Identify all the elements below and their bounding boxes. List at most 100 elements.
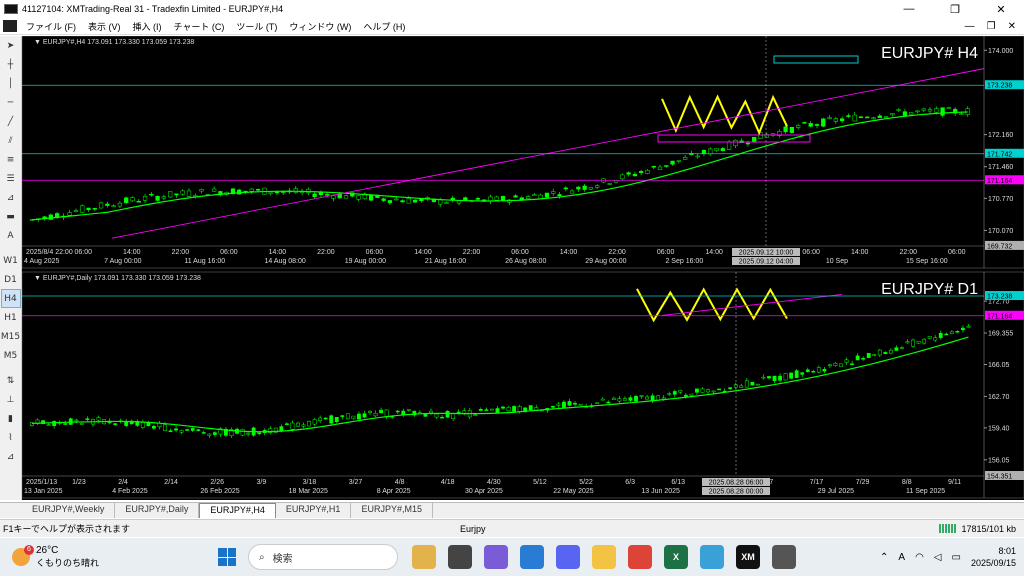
chart-panel-bg	[21, 35, 1024, 269]
chrome-browser-icon[interactable]	[628, 545, 652, 569]
candle	[900, 347, 904, 349]
mt4-app-icon	[4, 4, 18, 14]
mdi-restore-button[interactable]: ❐	[987, 21, 996, 32]
show-hidden-icons-chevron-icon[interactable]: ⌃	[880, 552, 888, 563]
ime-indicator[interactable]: A	[898, 552, 905, 563]
menu-chart[interactable]: チャート (C)	[168, 20, 231, 33]
menu-window[interactable]: ウィンドウ (W)	[283, 20, 357, 33]
menu-bar: ファイル (F) 表示 (V) 挿入 (I) チャート (C) ツール (T) …	[0, 18, 1024, 35]
trendline-icon[interactable]: ╱	[1, 112, 21, 131]
chart-area[interactable]: ▼ EURJPY#,H4 173.091 173.330 173.059 173…	[21, 35, 1024, 500]
taskbar-search[interactable]: ⌕ 検索	[248, 544, 398, 570]
time-label: 06:00	[75, 249, 93, 256]
widgets-app-icon[interactable]	[412, 545, 436, 569]
tab-h1[interactable]: EURJPY#,H1	[276, 503, 352, 518]
wifi-icon[interactable]: ◠	[915, 552, 924, 563]
task-view-icon[interactable]	[448, 545, 472, 569]
text-label-icon[interactable]: A	[1, 226, 21, 245]
candle	[866, 353, 871, 358]
candle	[632, 173, 638, 177]
edge-browser-icon[interactable]	[520, 545, 544, 569]
candle	[796, 125, 801, 128]
period-h4-button[interactable]: H4	[0, 289, 21, 308]
candle	[124, 197, 129, 204]
copilot-icon[interactable]	[484, 545, 508, 569]
tab-h4[interactable]: EURJPY#,H4	[199, 503, 276, 518]
tab-daily[interactable]: EURJPY#,Daily	[115, 503, 200, 518]
mdi-minimize-button[interactable]: —	[965, 21, 975, 32]
candle	[927, 336, 932, 339]
candle	[861, 358, 866, 360]
candle	[839, 118, 845, 122]
fibo-fan-icon[interactable]: ☰	[1, 169, 21, 188]
menu-view[interactable]: 表示 (V)	[82, 20, 127, 33]
horizontal-line-icon[interactable]: ─	[1, 93, 21, 112]
bar-chart-icon[interactable]: ⊥	[1, 390, 21, 409]
mt4-window: 41127104: XMTrading-Real 31 - Tradexfin …	[0, 0, 1024, 576]
chart-symbol-label: EURJPY# H4	[881, 45, 978, 62]
status-traffic: 17815/101 kb	[961, 523, 1016, 534]
menu-tools[interactable]: ツール (T)	[230, 20, 283, 33]
candle	[406, 409, 411, 411]
candle	[617, 398, 622, 402]
mdi-close-button[interactable]: ✕	[1008, 21, 1016, 32]
time-label: 14:00	[414, 249, 432, 256]
restore-button[interactable]: ❐	[932, 0, 978, 18]
vertical-line-icon[interactable]: │	[1, 74, 21, 93]
taskbar-clock[interactable]: 8:01 2025/09/15	[971, 545, 1016, 569]
period-h1-button[interactable]: H1	[1, 308, 21, 327]
candle	[717, 388, 722, 391]
candle	[384, 409, 389, 418]
period-d1-button[interactable]: D1	[1, 270, 21, 289]
period-m15-button[interactable]: M15	[1, 327, 21, 346]
candle	[394, 198, 399, 201]
price-charts[interactable]: ▼ EURJPY#,H4 173.091 173.330 173.059 173…	[21, 35, 1024, 500]
speaker-icon[interactable]: ◁	[934, 552, 942, 563]
close-button[interactable]: ✕	[978, 0, 1024, 18]
candle	[944, 333, 949, 336]
candle	[938, 333, 943, 338]
discord-icon[interactable]	[556, 545, 580, 569]
menu-file[interactable]: ファイル (F)	[20, 20, 82, 33]
candle	[174, 428, 178, 431]
snipping-tool-icon[interactable]	[772, 545, 796, 569]
candle	[578, 403, 583, 406]
time-label: 6/13	[671, 479, 685, 486]
xm-mt4-icon[interactable]: XM	[736, 545, 760, 569]
menu-insert[interactable]: 挿入 (I)	[127, 20, 168, 33]
excel-icon[interactable]: X	[664, 545, 688, 569]
candle	[494, 196, 499, 201]
weather-desc: くもりのち晴れ	[36, 558, 100, 568]
battery-icon[interactable]: ▭	[952, 552, 961, 563]
gann-icon[interactable]: ⊿	[1, 188, 21, 207]
time-label: 2 Sep 16:00	[665, 258, 703, 265]
minimize-button[interactable]: —	[886, 0, 932, 18]
paint-icon[interactable]	[700, 545, 724, 569]
file-explorer-icon[interactable]	[592, 545, 616, 569]
fibonacci-icon[interactable]: ≡	[1, 150, 21, 169]
rectangle-icon[interactable]: ▬	[1, 207, 21, 226]
tab-weekly[interactable]: EURJPY#,Weekly	[22, 503, 116, 518]
start-button-icon[interactable]	[218, 548, 236, 566]
cursor-tool-icon[interactable]: ➤	[1, 36, 21, 55]
candle	[877, 115, 882, 118]
channel-icon[interactable]: ⫽	[1, 131, 21, 150]
candle	[357, 413, 361, 420]
period-w1-button[interactable]: W1	[1, 251, 21, 270]
candle-chart-icon[interactable]: ▮	[1, 409, 21, 428]
crosshair-tool-icon[interactable]: ┼	[1, 55, 21, 74]
price-tick-label: 170.770	[988, 196, 1013, 203]
indicator-icon[interactable]: ⇅	[1, 371, 21, 390]
zoom-icon[interactable]: ⊿	[1, 447, 21, 466]
tab-m15[interactable]: EURJPY#,M15	[351, 503, 433, 518]
menu-help[interactable]: ヘルプ (H)	[357, 20, 411, 33]
weather-widget[interactable]: 6 26°C くもりのち晴れ	[0, 545, 200, 569]
candle	[922, 338, 927, 344]
candle	[92, 208, 97, 210]
candle	[588, 187, 594, 190]
candle	[934, 108, 939, 113]
line-chart-icon[interactable]: ⌇	[1, 428, 21, 447]
candle	[440, 416, 444, 419]
period-m5-button[interactable]: M5	[1, 346, 21, 365]
candle	[850, 363, 855, 366]
